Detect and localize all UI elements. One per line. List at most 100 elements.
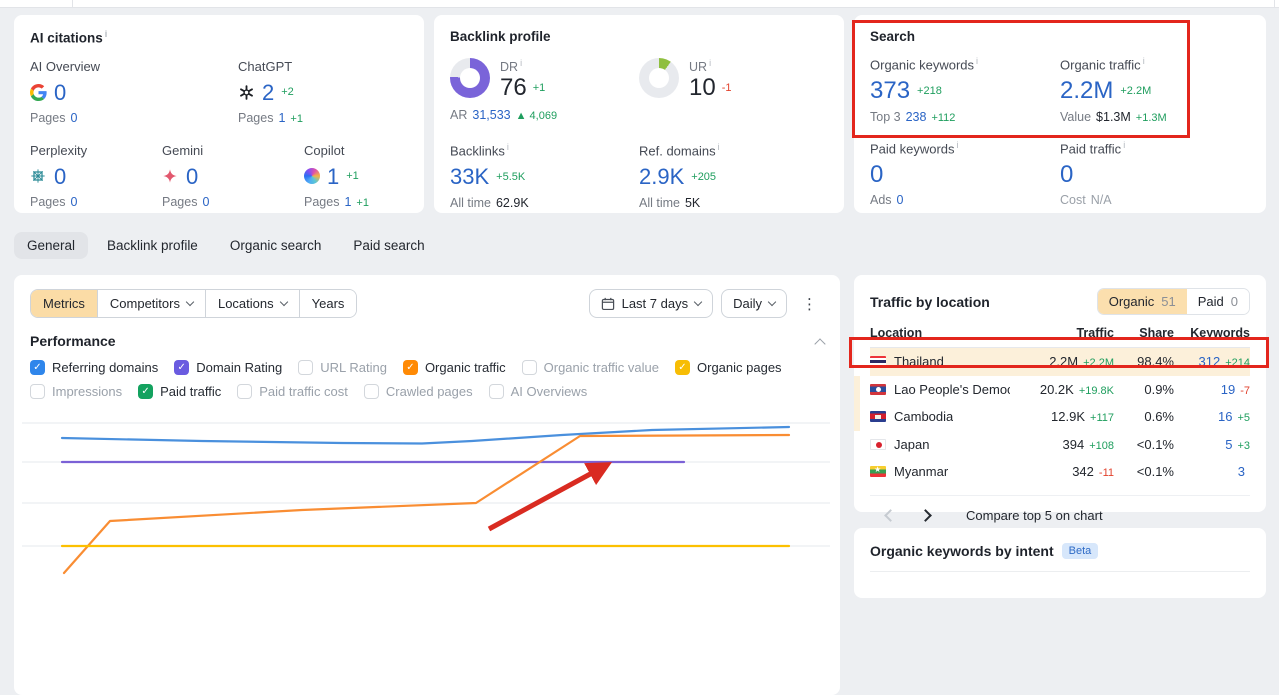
info-icon[interactable]	[507, 142, 509, 152]
chart-mode-group: Metrics Competitors Locations Years	[30, 289, 358, 318]
keywords-link[interactable]: 16	[1218, 409, 1232, 424]
copilot-metric: Copilot 1 +1 Pages 1 +1	[304, 142, 369, 209]
dr-donut	[450, 58, 490, 98]
table-row-myanmar[interactable]: Myanmar 342-11 <0.1% 3	[870, 458, 1250, 486]
ur-label: UR	[689, 60, 711, 74]
compare-top5-label[interactable]: Compare top 5 on chart	[966, 508, 1103, 523]
pages-value[interactable]: 0	[202, 195, 209, 209]
checkbox-organic-pages[interactable]: ✓ Organic pages	[675, 360, 782, 375]
traffic-by-location-title: Traffic by location	[870, 293, 990, 310]
paid-keywords-block: Paid keywords 0 Ads0	[870, 140, 1060, 207]
info-icon[interactable]	[520, 58, 522, 68]
date-range-dropdown[interactable]: Last 7 days	[588, 289, 714, 318]
table-row-japan[interactable]: Japan 394 +108 <0.1% 5 +3	[870, 431, 1250, 459]
checkbox-organic-traffic[interactable]: ✓ Organic traffic	[402, 360, 506, 375]
chatgpt-metric: ChatGPT 2 +2 Pages 1 +1	[238, 58, 303, 125]
header-bottom-strip	[0, 0, 1279, 8]
domain-rating-block: DR 76+1 AR 31,533 ▲ 4,069	[450, 58, 639, 122]
tab-organic-search[interactable]: Organic search	[217, 232, 335, 259]
tab-general[interactable]: General	[14, 232, 89, 259]
openai-icon	[238, 84, 255, 101]
keywords-link[interactable]: 3	[1238, 464, 1245, 479]
next-page-chevron-icon[interactable]	[919, 508, 932, 522]
info-icon[interactable]	[1143, 56, 1145, 66]
info-icon[interactable]	[976, 56, 978, 66]
ref-domains-value[interactable]: 2.9K	[639, 165, 684, 188]
backlink-profile-title: Backlink profile	[450, 29, 551, 44]
info-icon[interactable]	[709, 58, 711, 68]
prev-page-chevron-icon[interactable]	[884, 508, 897, 522]
metric-label: AI Overview	[30, 58, 101, 74]
thailand-flag	[870, 356, 886, 368]
share-bar	[854, 403, 860, 431]
beta-badge: Beta	[1061, 543, 1099, 559]
ar-value[interactable]: 31,533	[472, 108, 510, 122]
info-icon[interactable]	[1123, 140, 1125, 150]
header-divider	[72, 0, 73, 8]
ai-citations-card: AI citations AI Overview 0 Pages0 ChatGP…	[14, 15, 424, 213]
search-title: Search	[870, 29, 916, 44]
info-icon[interactable]	[718, 142, 720, 152]
google-icon	[30, 83, 47, 101]
performance-chart[interactable]	[22, 397, 834, 577]
checkbox-domain-rating[interactable]: ✓ Domain Rating	[174, 360, 282, 375]
table-row-laos[interactable]: Lao People's Democratic Reput 20.2K+19.8…	[854, 375, 1250, 403]
cambodia-flag	[870, 411, 886, 423]
info-icon[interactable]	[105, 29, 108, 39]
tab-paid-search[interactable]: Paid search	[340, 232, 437, 259]
annotation-arrow	[487, 462, 613, 532]
backlink-profile-card: Backlink profile DR 76+1 AR 31,533 ▲ 4,0…	[434, 15, 844, 213]
checkbox-organic-traffic-value[interactable]: Organic traffic value	[521, 360, 659, 375]
backlinks-block: Backlinks 33K+5.5K All time62.9K	[450, 142, 639, 209]
calendar-icon	[601, 297, 615, 311]
pages-value[interactable]: 0	[70, 195, 77, 209]
collapse-chevron-up-icon[interactable]	[814, 337, 826, 350]
performance-title: Performance	[30, 333, 116, 349]
series-organic-traffic	[62, 433, 791, 575]
ref-domains-block: Ref. domains 2.9K+205 All time5K	[639, 142, 828, 209]
dr-value: 76	[500, 74, 527, 102]
keywords-link[interactable]: 19	[1221, 382, 1235, 397]
checkbox-url-rating[interactable]: URL Rating	[298, 360, 387, 375]
metric-delta: +1	[346, 170, 359, 183]
toggle-organic[interactable]: Organic 51	[1097, 289, 1187, 314]
competitors-dropdown[interactable]: Competitors	[96, 290, 205, 317]
locations-dropdown[interactable]: Locations	[204, 290, 299, 317]
granularity-dropdown[interactable]: Daily	[721, 289, 787, 318]
organic-traffic-block: Organic traffic 2.2M+2.2M Value$1.3M+1.3…	[1060, 56, 1250, 123]
keywords-link[interactable]: 5	[1225, 437, 1232, 452]
pages-value[interactable]: 0	[70, 111, 77, 125]
checkbox-referring-domains[interactable]: ✓ Referring domains	[30, 360, 158, 375]
metric-label: Copilot	[304, 142, 345, 158]
organic-traffic-label: Organic traffic	[1060, 56, 1250, 72]
table-row-thailand[interactable]: Thailand 2.2M +2.2M 98.4% 312 +214	[870, 348, 1250, 376]
ai-citations-title: AI citations	[30, 29, 408, 46]
pages-value[interactable]: 1	[278, 111, 285, 125]
traffic-by-location-card: Traffic by location Organic 51 Paid 0 Loca…	[849, 275, 1269, 523]
metric-value: 0	[54, 79, 67, 105]
metric-label: Perplexity	[30, 142, 88, 158]
myanmar-flag	[870, 466, 886, 478]
organic-keywords-value[interactable]: 373	[870, 78, 910, 103]
backlinks-value[interactable]: 33K	[450, 165, 489, 188]
url-rating-block: UR 10-1	[639, 58, 828, 122]
dr-label: DR	[500, 60, 522, 74]
backlinks-label: Backlinks	[450, 142, 639, 158]
ads-value[interactable]: 0	[897, 193, 904, 207]
pages-value[interactable]: 1	[344, 195, 351, 209]
years-button[interactable]: Years	[298, 290, 357, 317]
ur-donut	[639, 58, 679, 98]
keywords-by-intent-card: Organic keywords by intent Beta	[854, 528, 1266, 598]
metrics-button[interactable]: Metrics	[31, 290, 97, 317]
search-card: Search Organic keywords 373+218 Top 3238…	[852, 15, 1266, 213]
info-icon[interactable]	[957, 140, 959, 150]
chevron-down-icon	[693, 297, 703, 307]
top3-value[interactable]: 238	[906, 110, 927, 124]
organic-traffic-value[interactable]: 2.2M	[1060, 78, 1113, 103]
toggle-paid[interactable]: Paid 0	[1186, 289, 1249, 314]
tab-backlink-profile[interactable]: Backlink profile	[94, 232, 211, 259]
table-row-cambodia[interactable]: Cambodia 12.9K +117 0.6% 16 +5	[854, 403, 1250, 431]
keywords-by-intent-title: Organic keywords by intent	[870, 543, 1054, 559]
more-options-kebab-icon[interactable]: ⋮	[795, 295, 824, 313]
keywords-link[interactable]: 312	[1199, 354, 1221, 369]
